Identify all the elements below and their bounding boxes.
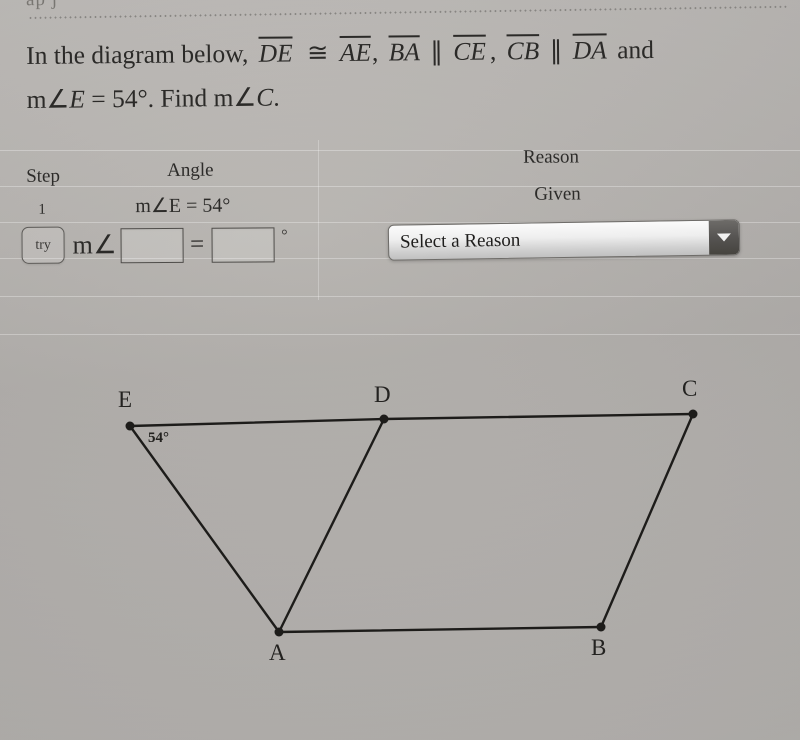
chevron-down-glyph <box>716 233 732 242</box>
column-header-step: Step <box>26 165 61 187</box>
measure-angle-label: m∠ <box>72 230 118 260</box>
vertex-label-c: C <box>682 376 698 401</box>
vertex-dot-c <box>688 409 698 419</box>
chevron-down-icon[interactable] <box>708 220 740 255</box>
segment-dc <box>382 412 695 421</box>
vertex-label-a: A <box>269 640 286 665</box>
row-step-number: 1 <box>38 201 46 218</box>
vertex-dot-b <box>596 622 606 632</box>
segment-ae: AE <box>339 37 372 67</box>
segment-ab <box>277 625 603 634</box>
angle-measure-label-54: 54° <box>148 430 169 446</box>
problem-line-2: m∠E = 54°. Find m∠C. <box>26 73 786 120</box>
proof-table: Step Angle Reason 1 m∠E = 54° Given try … <box>0 145 800 290</box>
and-word: and <box>617 34 655 65</box>
m-angle-prefix: m∠ <box>26 84 70 114</box>
answer-entry-row: m∠ = ° <box>72 226 288 263</box>
segment-de: DE <box>258 38 293 68</box>
comma-2: , <box>489 36 497 66</box>
segment-ce: CE <box>453 36 487 66</box>
paper-rule <box>0 296 800 297</box>
column-header-angle: Angle <box>167 159 214 181</box>
segment-da <box>277 417 386 634</box>
degree-symbol: ° <box>281 227 288 245</box>
geometry-diagram: E D C A B 54° <box>0 360 800 690</box>
selected-reason-label: Select a Reason <box>399 229 521 253</box>
congruent-symbol: ≅ <box>306 38 329 68</box>
problem-lead-text: In the diagram below, <box>26 38 249 70</box>
problem-line-1: In the diagram below, DE ≅ AE, BA ∥ CE, … <box>26 29 786 76</box>
segment-ea <box>128 424 281 634</box>
segment-da: DA <box>572 35 607 65</box>
angle-name-input[interactable] <box>120 227 184 263</box>
segment-bc <box>599 412 695 629</box>
select-a-reason-dropdown[interactable]: Select a Reason <box>387 219 741 261</box>
angle-var-c: C <box>256 82 274 112</box>
row-angle-value: m∠E = 54° <box>135 194 231 218</box>
try-button-label: try <box>35 237 51 253</box>
problem-line-2-end: . <box>273 82 280 112</box>
column-header-reason: Reason <box>522 146 580 168</box>
parallel-symbol-2: ∥ <box>549 35 563 65</box>
segment-ed <box>128 417 386 428</box>
diagram-edges <box>128 412 695 634</box>
angle-value-input[interactable] <box>211 226 275 263</box>
paper-rule <box>0 334 800 335</box>
vertex-label-b: B <box>591 635 607 660</box>
comma-1: , <box>371 37 379 67</box>
try-button[interactable]: try <box>21 226 65 264</box>
vertex-dot-e <box>125 421 135 431</box>
vertex-dot-a <box>274 627 284 637</box>
segment-ba: BA <box>388 37 420 67</box>
vertex-label-e: E <box>118 387 133 412</box>
vertex-label-d: D <box>374 382 391 407</box>
segment-cb: CB <box>506 36 540 66</box>
row-reason-value: Given <box>534 183 581 205</box>
clipped-top-text: ap j <box>26 0 58 11</box>
angle-var-e: E <box>69 84 86 114</box>
vertex-dot-d <box>379 414 389 424</box>
problem-statement: In the diagram below, DE ≅ AE, BA ∥ CE, … <box>26 29 787 120</box>
problem-line-2-mid: = 54°. Find m∠ <box>84 82 257 114</box>
parallel-symbol-1: ∥ <box>430 36 444 67</box>
equals-sign: = <box>190 230 205 258</box>
